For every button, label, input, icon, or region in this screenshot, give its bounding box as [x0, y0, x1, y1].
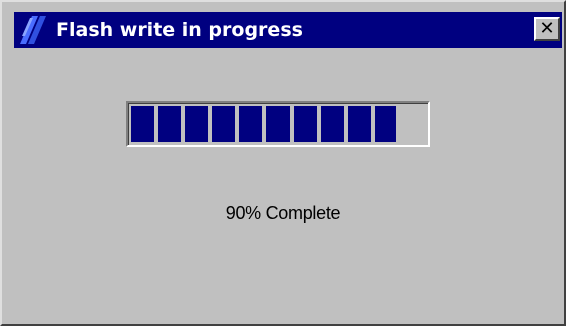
- close-button[interactable]: ✕: [534, 17, 560, 41]
- title-bar[interactable]: Flash write in progress ✕: [14, 12, 562, 48]
- progress-segment: [185, 106, 209, 142]
- progress-segment: [347, 106, 371, 142]
- close-icon: ✕: [539, 18, 555, 39]
- progress-segment: [266, 106, 290, 142]
- progress-segment: [158, 106, 182, 142]
- progress-segment: [320, 106, 344, 142]
- progress-status-label: 90% Complete: [225, 203, 341, 223]
- window-title: Flash write in progress: [56, 19, 303, 41]
- progress-bar: [126, 101, 430, 147]
- flash-app-icon: [20, 16, 46, 44]
- progress-segment: [293, 106, 317, 142]
- progress-dialog: Flash write in progress ✕ 90% Complete: [0, 0, 566, 326]
- progress-track: [131, 106, 425, 142]
- progress-segment: [374, 106, 396, 142]
- progress-segment: [131, 106, 155, 142]
- progress-segment: [212, 106, 236, 142]
- progress-segment: [239, 106, 263, 142]
